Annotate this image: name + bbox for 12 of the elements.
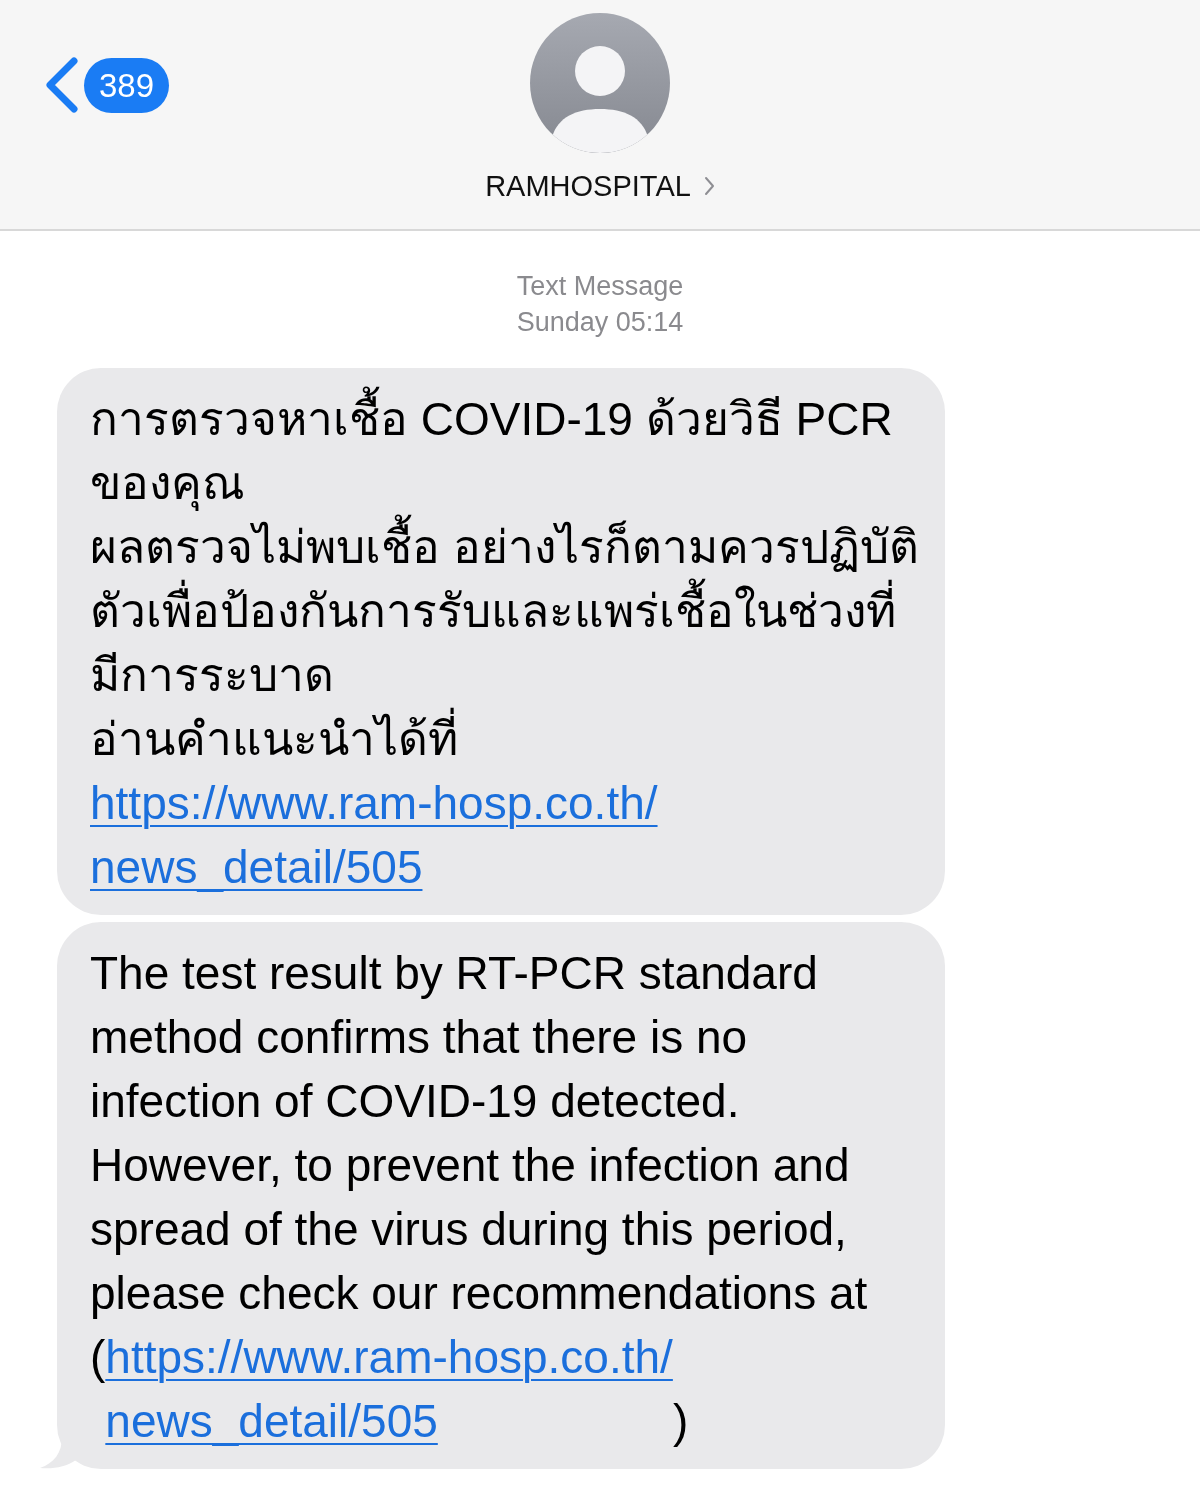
message-service-label: Text Message (515, 270, 685, 303)
message-text: The test result by RT-PCR standard method confirms that there is no infection of COVID-19 detected. However, to prevent the infection and spread of the virus during this period, please check our recommendations at (https://www.ram-hosp.co.th/news_detail/505 ) (90, 941, 923, 1453)
message-text: การตรวจหาเชื้อ COVID-19 ด้วยวิธี PCR ของคุณ ผลตรวจไม่พบเชื้อ อย่างไรก็ตามควรปฏิบัติตัวเพื่อป้องกันการรับและแพร่เชื้อในช่วงที่มีการระบาด อ่านคำแนะนำได้ที่ https://www.ram-hosp.co.th/news_detail/505 (90, 387, 923, 899)
message-link[interactable]: https://www.ram-hosp.co.th/news_detail/505 (90, 771, 658, 899)
back-button[interactable]: 389 (44, 57, 170, 113)
message-timestamp: Sunday 05:14 (515, 306, 685, 339)
contact-name-button[interactable]: RAMHOSPITAL (485, 168, 715, 204)
message-link[interactable]: https://www.ram-hosp.co.th/news_detail/505 (105, 1325, 673, 1453)
back-icon (44, 57, 80, 113)
contact-avatar-icon[interactable] (530, 13, 670, 153)
chevron-icon (703, 176, 715, 196)
unread-count-badge: 389 (84, 57, 170, 113)
